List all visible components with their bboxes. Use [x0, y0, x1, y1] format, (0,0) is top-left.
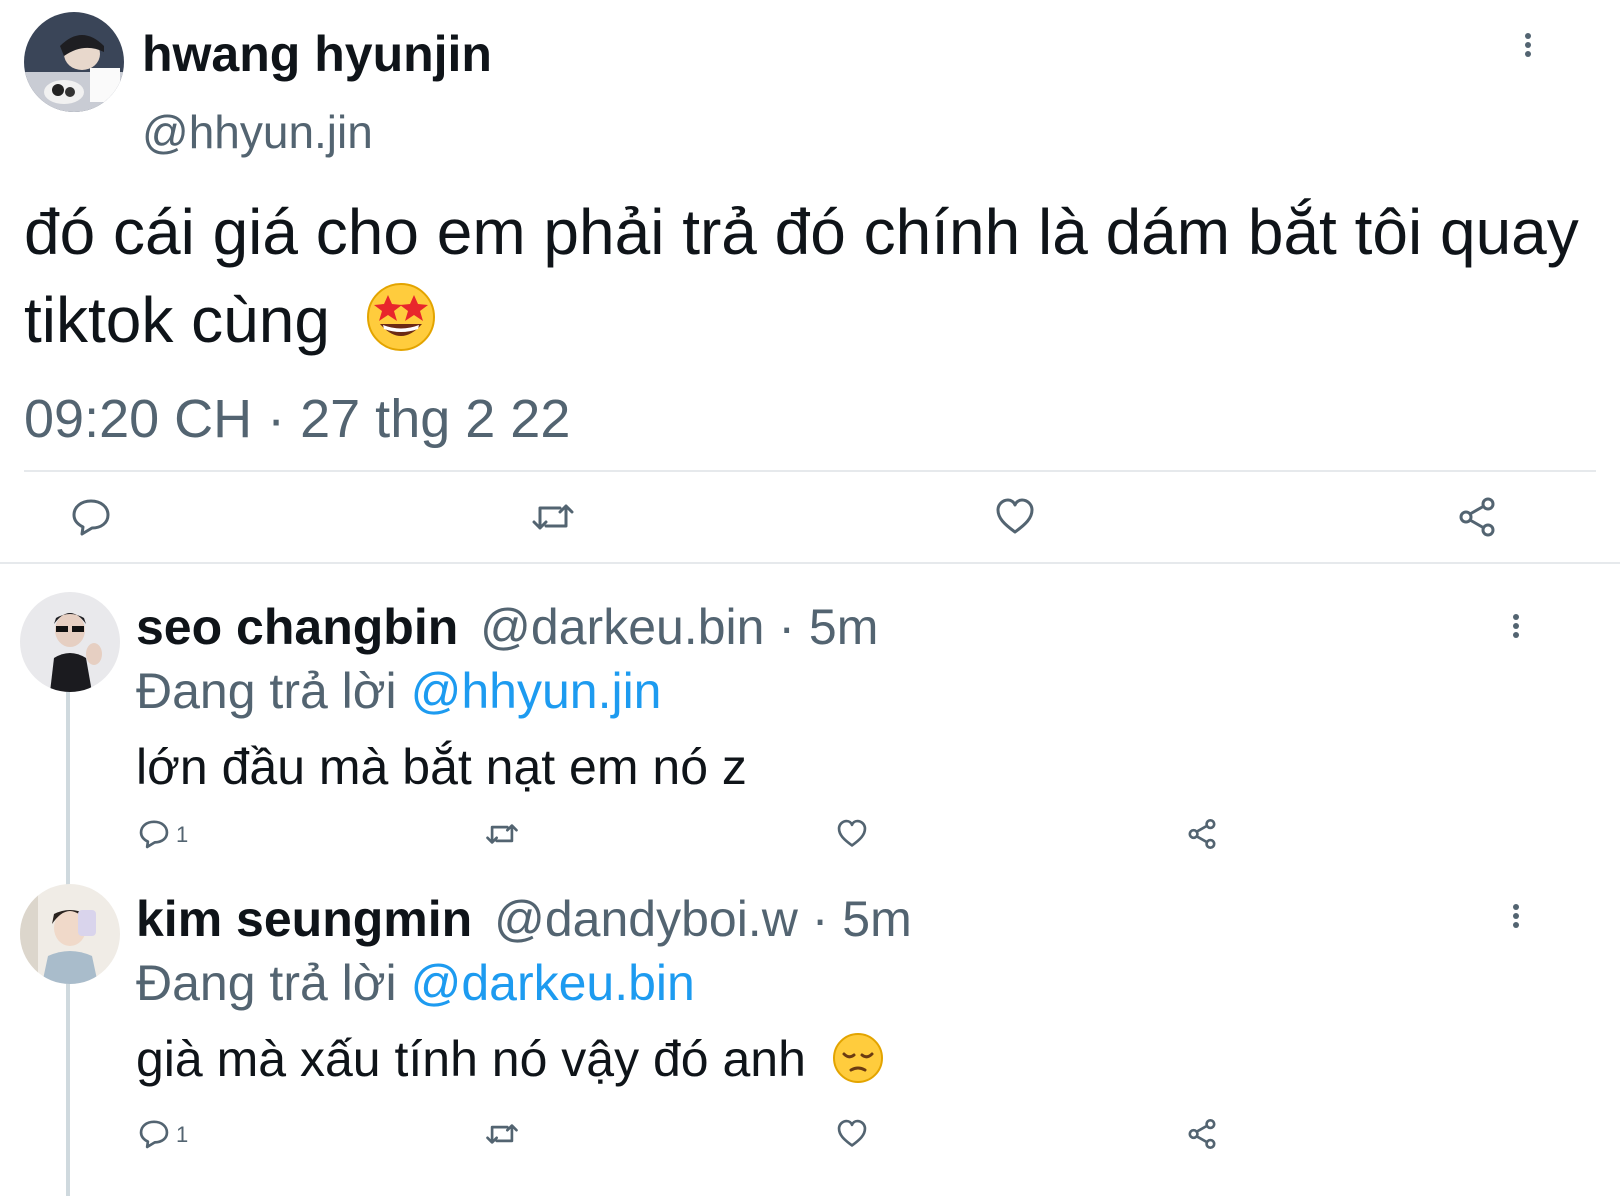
replying-to-link[interactable]: @darkeu.bin	[411, 955, 695, 1011]
more-options-icon[interactable]	[1504, 902, 1528, 932]
replying-to-line: Đang trả lời @darkeu.bin	[136, 952, 695, 1014]
reply-header: kim seungmin @dandyboi.w · 5m	[136, 888, 912, 950]
main-handle[interactable]: @hhyun.jin	[142, 104, 373, 160]
reply-handle[interactable]: @dandyboi.w	[494, 891, 798, 947]
retweet-icon[interactable]	[484, 1118, 520, 1150]
retweet-icon[interactable]	[484, 818, 520, 850]
reply-avatar[interactable]	[20, 592, 120, 692]
reply-text: già mà xấu tính nó vậy đó anh	[136, 1031, 806, 1087]
reply-text: lớn đầu mà bắt nạt em nó z	[136, 739, 747, 795]
reply-separator: ·	[811, 891, 829, 947]
main-avatar[interactable]	[24, 12, 124, 112]
reply-avatar[interactable]	[20, 884, 120, 984]
main-tweet-text: đó cái giá cho em phải trả đó chính là d…	[24, 188, 1584, 364]
star-struck-emoji-icon	[366, 282, 436, 352]
reply-icon[interactable]	[138, 1118, 170, 1150]
main-timestamp[interactable]: 09:20 CH · 27 thg 2 22	[24, 386, 570, 452]
share-icon[interactable]	[1186, 818, 1218, 850]
share-icon[interactable]	[1456, 496, 1498, 538]
reply-separator: ·	[778, 599, 795, 655]
main-tweet-body: đó cái giá cho em phải trả đó chính là d…	[24, 196, 1579, 356]
like-icon[interactable]	[836, 1118, 868, 1150]
like-icon[interactable]	[994, 496, 1036, 538]
main-display-name[interactable]: hwang hyunjin	[142, 24, 492, 84]
reply-text-line: già mà xấu tính nó vậy đó anh	[136, 1028, 884, 1090]
reply-display-name[interactable]: seo changbin	[136, 599, 458, 655]
reply-handle[interactable]: @darkeu.bin	[480, 599, 764, 655]
more-options-icon[interactable]	[1516, 30, 1540, 62]
reply-count: 1	[176, 1122, 189, 1147]
reply-age[interactable]: 5m	[842, 891, 911, 947]
reply-header: seo changbin @darkeu.bin · 5m	[136, 596, 878, 658]
section-divider	[0, 562, 1620, 564]
reply-age[interactable]: 5m	[809, 599, 878, 655]
more-options-icon[interactable]	[1504, 612, 1528, 642]
replying-to-prefix: Đang trả lời	[136, 955, 397, 1011]
reply-count: 1	[176, 822, 189, 847]
retweet-icon[interactable]	[530, 496, 576, 538]
reply-icon[interactable]	[138, 818, 170, 850]
replying-to-line: Đang trả lời @hhyun.jin	[136, 660, 661, 722]
share-icon[interactable]	[1186, 1118, 1218, 1150]
reply-icon[interactable]	[70, 496, 112, 538]
actions-divider-top	[24, 470, 1596, 472]
replying-to-link[interactable]: @hhyun.jin	[411, 663, 662, 719]
like-icon[interactable]	[836, 818, 868, 850]
replying-to-prefix: Đang trả lời	[136, 663, 397, 719]
pensive-emoji-icon	[832, 1032, 884, 1084]
reply-display-name[interactable]: kim seungmin	[136, 891, 472, 947]
